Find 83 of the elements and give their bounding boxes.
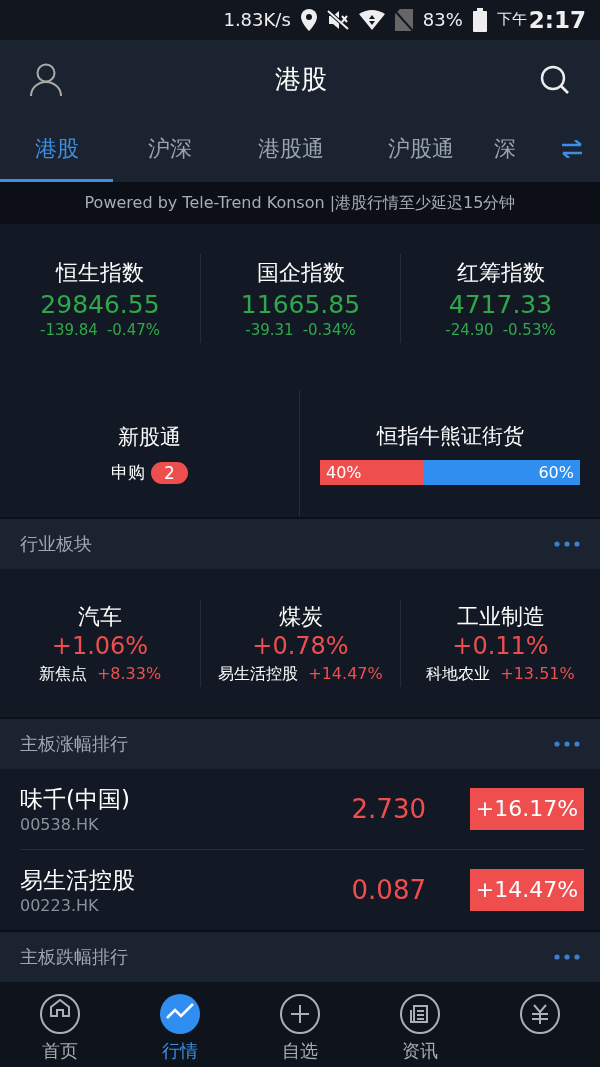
battery-level: 83% (422, 9, 463, 31)
index-change: -39.31 (245, 321, 294, 340)
index-card[interactable]: 恒生指数 29846.55 -139.84 -0.47% (0, 254, 200, 344)
document-icon (398, 992, 442, 1037)
search-icon[interactable] (540, 64, 570, 95)
index-name: 红筹指数 (456, 259, 545, 288)
stock-row[interactable]: 易生活控股 00223.HK 0.087 +14.47% (20, 850, 584, 931)
index-card[interactable]: 红筹指数 4717.33 -24.90 -0.53% (400, 254, 600, 344)
nav-tab[interactable]: 首页 (0, 982, 120, 1067)
index-name: 恒生指数 (56, 259, 144, 288)
plus-icon (278, 992, 322, 1037)
index-name: 国企指数 (256, 259, 345, 288)
sector-percent: +0.78% (252, 631, 349, 660)
new-shares-title: 新股通 (118, 424, 181, 452)
subscribe-label: 申购 (111, 461, 146, 485)
sector-percent: +0.11% (452, 631, 549, 660)
sector-card[interactable]: 工业制造 +0.11% 科地农业 +13.51% (400, 599, 600, 687)
more-icon[interactable] (554, 954, 580, 961)
swap-arrows-icon[interactable] (561, 140, 583, 159)
sector-name: 煤炭 (278, 602, 323, 631)
line-chart-icon (158, 992, 202, 1037)
leading-stock-percent: +8.33% (96, 663, 162, 685)
sector-card[interactable]: 煤炭 +0.78% 易生活控股 +14.47% (200, 599, 400, 687)
index-percent: -0.53% (502, 321, 556, 340)
section-title: 主板跌幅排行 (20, 945, 128, 970)
data-delay-notice: Powered by Tele-Trend Konson |港股行情至少延迟15分钟 (84, 193, 516, 212)
stock-name: 味千(中国) (20, 785, 131, 815)
section-header[interactable]: 行业板块 (0, 517, 600, 570)
leading-stock-percent: +13.51% (500, 663, 575, 685)
index-value: 11665.85 (240, 290, 361, 320)
mute-icon (326, 9, 349, 30)
section-header[interactable]: 主板跌幅排行 (0, 930, 600, 983)
stock-code: 00538.HK (20, 815, 100, 835)
battery-icon (472, 7, 487, 32)
change-percent: +14.47% (470, 869, 584, 912)
count-badge: 2 (151, 461, 188, 484)
home-icon (38, 992, 82, 1037)
index-value: 29846.55 (40, 290, 160, 320)
wifi-icon (358, 9, 385, 30)
bull-percent: 40% (325, 463, 363, 483)
stock-row[interactable]: 味千(中国) 00538.HK 2.730 +16.17% (20, 769, 584, 851)
sector-percent: +1.06% (51, 631, 149, 660)
more-icon[interactable] (554, 741, 580, 748)
nav-tab[interactable]: 资讯 (360, 982, 480, 1067)
no-sim-icon (394, 8, 413, 31)
index-percent: -0.47% (106, 321, 160, 340)
network-speed: 1.83K/s (223, 9, 291, 31)
sector-name: 工业制造 (456, 602, 545, 631)
market-tab[interactable]: 沪股通 (356, 119, 486, 182)
leading-stock-percent: +14.47% (308, 663, 383, 685)
index-percent: -0.34% (302, 321, 356, 340)
more-icon[interactable] (554, 541, 580, 548)
section-title: 主板涨幅排行 (20, 732, 128, 757)
bull-bear-card[interactable]: 恒指牛熊证街货 40% 60% (300, 390, 600, 518)
index-change: -139.84 (40, 321, 98, 340)
user-icon[interactable] (30, 62, 62, 97)
bull-bear-title: 恒指牛熊证街货 (376, 423, 524, 451)
stock-name: 易生活控股 (20, 866, 136, 896)
nav-tab[interactable]: 自选 (240, 982, 360, 1067)
location-icon (300, 8, 317, 31)
yuan-icon (518, 992, 562, 1037)
section-header[interactable]: 主板涨幅排行 (0, 717, 600, 770)
change-percent: +16.17% (470, 788, 584, 831)
page-title: 港股 (275, 63, 327, 97)
section-title: 行业板块 (20, 532, 92, 557)
market-tab[interactable]: 沪深 (113, 119, 226, 182)
sector-card[interactable]: 汽车 +1.06% 新焦点 +8.33% (0, 599, 200, 687)
index-value: 4717.33 (448, 290, 553, 320)
sector-name: 汽车 (78, 602, 122, 631)
index-card[interactable]: 国企指数 11665.85 -39.31 -0.34% (200, 254, 400, 344)
leading-stock: 科地农业 (426, 663, 491, 685)
stock-price: 2.730 (350, 794, 426, 825)
leading-stock: 易生活控股 (218, 663, 299, 685)
nav-tab[interactable]: 行情 (120, 982, 240, 1067)
market-tab[interactable]: 深 (486, 119, 540, 182)
stock-code: 00223.HK (20, 896, 100, 916)
stock-price: 0.087 (350, 875, 426, 906)
bear-percent: 60% (537, 462, 575, 485)
market-tab[interactable]: 港股通 (226, 119, 356, 182)
clock: 2:17 (528, 6, 586, 33)
time-period: 下午 (496, 10, 527, 30)
leading-stock: 新焦点 (38, 663, 87, 685)
index-change: -24.90 (445, 321, 494, 340)
